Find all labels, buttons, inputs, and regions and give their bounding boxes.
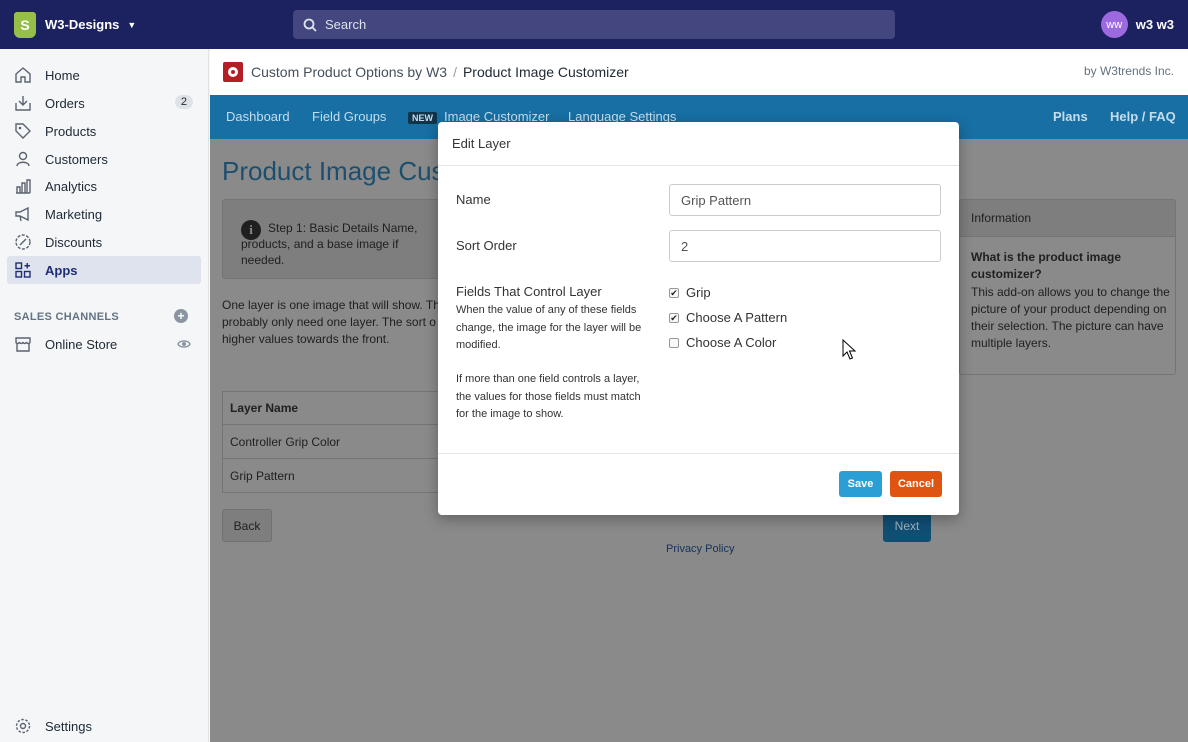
layer-description: One layer is one image that will show. T… bbox=[222, 298, 440, 346]
checkbox-label: Grip bbox=[686, 285, 711, 300]
store-icon bbox=[14, 335, 32, 353]
fields-help-text: When the value of any of these fields ch… bbox=[456, 304, 642, 351]
privacy-policy-link[interactable]: Privacy Policy bbox=[666, 543, 734, 555]
orders-icon bbox=[14, 94, 32, 112]
tab-dashboard[interactable]: Dashboard bbox=[226, 109, 290, 124]
checkbox-checked-icon[interactable]: ✔ bbox=[669, 312, 679, 323]
sidebar-item-products[interactable]: Products bbox=[7, 117, 201, 145]
search-input[interactable]: Search bbox=[293, 10, 895, 39]
sales-channels-title: SALES CHANNELS bbox=[14, 311, 120, 323]
tab-help-faq[interactable]: Help / FAQ bbox=[1110, 109, 1176, 124]
checkbox-label: Choose A Pattern bbox=[686, 310, 788, 325]
sidebar-item-apps[interactable]: Apps bbox=[7, 256, 201, 284]
avatar: ww bbox=[1100, 11, 1128, 38]
sidebar-item-label: Online Store bbox=[45, 336, 118, 352]
sidebar-item-marketing[interactable]: Marketing bbox=[7, 200, 201, 228]
sidebar-item-customers[interactable]: Customers bbox=[7, 145, 201, 173]
breadcrumb-separator: / bbox=[453, 64, 457, 80]
search-placeholder: Search bbox=[325, 17, 367, 32]
sidebar-item-analytics[interactable]: Analytics bbox=[7, 172, 201, 200]
modal-title: Edit Layer bbox=[452, 136, 511, 151]
tab-field-groups[interactable]: Field Groups bbox=[312, 109, 386, 124]
app-logo-icon bbox=[223, 62, 243, 82]
store-switcher[interactable]: S W3-Designs ▼ bbox=[0, 11, 293, 38]
information-title: Information bbox=[960, 200, 1175, 237]
sidebar-item-label: Orders bbox=[45, 95, 85, 111]
information-question: What is the product image customizer? bbox=[971, 250, 1122, 281]
checkbox-unchecked-icon[interactable] bbox=[669, 337, 679, 348]
app-byline: by W3trends Inc. bbox=[1083, 64, 1174, 78]
breadcrumb-current: Product Image Customizer bbox=[462, 64, 629, 80]
modal-divider bbox=[438, 165, 959, 166]
home-icon bbox=[14, 66, 32, 84]
sidebar-item-label: Home bbox=[45, 67, 80, 83]
sort-order-field[interactable]: 2 bbox=[669, 230, 941, 262]
app-header: Custom Product Options by W3 / Product I… bbox=[210, 49, 1188, 95]
sidebar-item-label: Discounts bbox=[45, 234, 103, 250]
table-header: Layer Name bbox=[222, 391, 452, 425]
name-label: Name bbox=[456, 192, 491, 207]
table-row[interactable]: Controller Grip Color bbox=[222, 425, 452, 459]
information-answer: This add-on allows you to change the pic… bbox=[971, 285, 1170, 350]
edit-layer-modal: Edit Layer Name Grip Pattern Sort Order … bbox=[438, 122, 959, 515]
sidebar-item-orders[interactable]: Orders 2 bbox=[7, 89, 201, 117]
megaphone-icon bbox=[14, 205, 32, 223]
discount-icon bbox=[14, 233, 32, 251]
top-bar: S W3-Designs ▼ Search ww w3 w3 bbox=[0, 0, 1188, 49]
breadcrumb-app[interactable]: Custom Product Options by W3 bbox=[251, 64, 447, 80]
user-menu[interactable]: ww w3 w3 bbox=[1100, 11, 1174, 38]
cancel-button[interactable]: Cancel bbox=[890, 471, 942, 497]
store-name: W3-Designs bbox=[45, 17, 120, 32]
sidebar-item-label: Products bbox=[45, 123, 97, 139]
back-button[interactable]: Back bbox=[222, 509, 272, 542]
checkbox-checked-icon[interactable]: ✔ bbox=[669, 287, 679, 298]
sidebar: Home Orders 2 Products Customers Analyti… bbox=[0, 49, 209, 742]
user-name: w3 w3 bbox=[1135, 17, 1174, 32]
checkbox-choose-a-color[interactable]: Choose A Color bbox=[669, 335, 776, 350]
tab-plans[interactable]: Plans bbox=[1053, 109, 1088, 124]
caret-down-icon: ▼ bbox=[127, 19, 137, 30]
page-title: Product Image Cus bbox=[222, 156, 445, 186]
sidebar-item-label: Customers bbox=[45, 151, 108, 167]
sidebar-item-settings[interactable]: Settings bbox=[7, 712, 201, 740]
modal-divider bbox=[438, 453, 959, 454]
step-text: Step 1: Basic Details Name, products, an… bbox=[241, 221, 418, 267]
step-info-box: i Step 1: Basic Details Name, products, … bbox=[222, 199, 452, 279]
apps-icon bbox=[14, 261, 32, 279]
gear-icon bbox=[14, 717, 32, 735]
tag-icon bbox=[14, 122, 32, 140]
orders-count-badge: 2 bbox=[174, 95, 193, 109]
sort-order-label: Sort Order bbox=[456, 238, 517, 253]
mouse-cursor-icon bbox=[842, 339, 856, 360]
sidebar-item-label: Settings bbox=[45, 718, 92, 734]
new-badge: NEW bbox=[408, 112, 437, 124]
checkbox-choose-a-pattern[interactable]: ✔ Choose A Pattern bbox=[669, 310, 787, 325]
sidebar-item-discounts[interactable]: Discounts bbox=[7, 228, 201, 256]
sidebar-item-online-store[interactable]: Online Store bbox=[7, 330, 201, 358]
checkbox-grip[interactable]: ✔ Grip bbox=[669, 285, 711, 300]
shopify-logo-icon: S bbox=[14, 11, 36, 38]
checkbox-label: Choose A Color bbox=[686, 335, 777, 350]
sidebar-item-label: Marketing bbox=[45, 206, 103, 222]
fields-match-help-text: If more than one field controls a layer,… bbox=[456, 373, 641, 420]
person-icon bbox=[14, 150, 32, 168]
sidebar-item-home[interactable]: Home bbox=[7, 61, 201, 89]
layer-table: Layer Name Controller Grip Color Grip Pa… bbox=[222, 391, 452, 493]
table-row[interactable]: Grip Pattern bbox=[222, 459, 452, 493]
search-icon bbox=[303, 18, 317, 32]
save-button[interactable]: Save bbox=[839, 471, 882, 497]
eye-icon[interactable] bbox=[177, 337, 191, 354]
sidebar-item-label: Analytics bbox=[45, 178, 98, 194]
information-panel: Information What is the product image cu… bbox=[959, 199, 1176, 375]
sidebar-item-label: Apps bbox=[45, 262, 78, 278]
name-field[interactable]: Grip Pattern bbox=[669, 184, 941, 216]
add-sales-channel-icon[interactable]: + bbox=[174, 309, 188, 323]
fields-control-label: Fields That Control Layer bbox=[456, 284, 602, 299]
bar-chart-icon bbox=[14, 177, 32, 195]
